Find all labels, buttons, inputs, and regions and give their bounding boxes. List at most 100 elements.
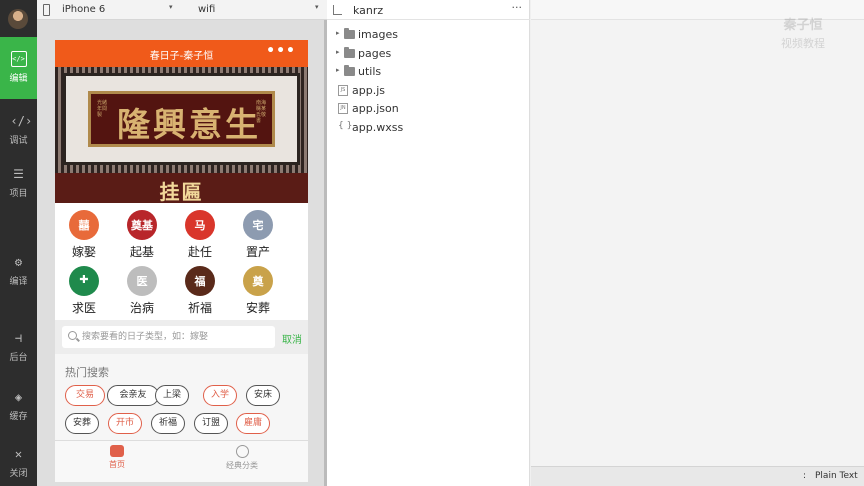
devtools-window: </> 编辑 ‹/› 调试 ☰ 项目 ⚙ 编译 ⊣ 后台 ◈ 缓存 ✕ 关闭 iPhone 6 ▾ wif… [0,0,864,486]
category-glyph: 宅 [252,219,264,232]
folder-item[interactable]: ▸ pages [327,45,530,63]
tab-home-label: 首页 [109,460,125,469]
editor-area[interactable]: 秦子恒 视频教程 [531,0,864,466]
chevron-right-icon[interactable]: ▸ [336,29,340,37]
more-dots-icon[interactable]: ••• [266,43,296,59]
category-glyph: ✚ [79,273,89,286]
avatar[interactable] [8,9,28,29]
watermark-logo: 秦子恒 视频教程 [763,2,843,64]
medical-cross-icon: ✚ [69,266,99,296]
hot-tag[interactable]: 安床 [246,385,280,406]
project-icon [333,5,342,15]
category-label: 起基 [129,245,154,259]
explorer-header: kanrz ··· [327,0,530,20]
category-glyph: 囍 [78,219,90,232]
sidebar-item-3[interactable]: ⚙ 编译 [0,240,37,302]
banner-image[interactable]: 光緒年間 製 隆興意生 南海縣某氏敬書 挂匾 [55,67,308,203]
category-item[interactable]: 马赴任 [171,210,229,266]
project-name: kanrz [353,4,384,17]
category-item[interactable]: 福祈福 [171,266,229,322]
category-grid: 囍嫁娶 奠基 起基马赴任宅置产 ✚ 求医医治病福祈福奠安葬 [55,210,308,326]
activity-sidebar: </> 编辑 ‹/› 调试 ☰ 项目 ⚙ 编译 ⊣ 后台 ◈ 缓存 ✕ 关闭 [0,0,37,486]
hot-tag[interactable]: 入学 [203,385,237,406]
hot-tag[interactable]: 安葬 [65,413,99,434]
sidebar-item-4[interactable]: ⊣ 后台 [0,316,37,378]
language-mode[interactable]: Plain Text [815,471,858,481]
category-label: 嫁娶 [71,245,96,259]
category-glyph: 奠 [252,275,264,288]
simulator-toolbar: iPhone 6 ▾ wifi ▾ [37,0,327,20]
tab-category[interactable]: 经典分类 [192,445,292,471]
js-file-icon: JS [338,84,348,96]
folder-item[interactable]: ▸ utils [327,63,530,81]
foundation-icon: 奠基 [127,210,157,240]
sidebar-item-label: 缓存 [9,412,28,422]
file-item[interactable]: { } app.wxss [327,119,530,137]
tab-category-label: 经典分类 [226,461,258,470]
status-bar: : Plain Text [531,466,864,486]
plaque: 光緒年間 製 隆興意生 南海縣某氏敬書 [88,91,275,147]
sidebar-item-6[interactable]: ✕ 关闭 [0,432,37,486]
category-label: 祈福 [187,301,212,315]
device-select[interactable]: iPhone 6 [62,4,105,15]
more-options-icon[interactable]: ··· [512,1,523,14]
folder-icon [344,28,355,39]
burial-icon: 奠 [243,266,273,296]
category-item[interactable]: 囍嫁娶 [55,210,113,266]
category-icon [235,445,249,458]
sidebar-item-5[interactable]: ◈ 缓存 [0,375,37,437]
plaque-side-inscription: 光緒年間 製 [97,100,108,118]
hot-tag[interactable]: 订盟 [194,413,228,434]
hot-search-title: 热门搜索 [65,366,109,379]
chevron-right-icon[interactable]: ▸ [336,66,340,74]
category-glyph: 马 [194,219,206,232]
miniprogram-nav-bar: 春日子-秦子恒 ••• [55,40,308,67]
chevron-right-icon[interactable]: ▸ [336,48,340,56]
category-item[interactable]: ✚ 求医 [55,266,113,322]
hot-tag[interactable]: 开市 [108,413,142,434]
tab-bar: 首页 经典分类 [55,440,308,482]
hot-tag[interactable]: 雇庸 [236,413,270,434]
hot-tag[interactable]: 交易 [65,385,105,406]
json-file-icon: JN [338,103,348,114]
horse-icon: 马 [185,210,215,240]
file-item[interactable]: JS app.js [327,82,530,100]
hot-tag[interactable]: 上梁 [155,385,189,406]
file-name: app.wxss [352,120,404,134]
category-glyph: 福 [194,275,206,288]
search-input[interactable] [82,329,270,345]
tab-home[interactable]: 首页 [67,445,167,470]
sidebar-item-label: 项目 [9,189,28,199]
file-explorer: kanrz ··· ▸ images ▸ pages ▸ utils JS app.js JN a… [327,0,530,486]
sidebar-item-0[interactable]: </> 编辑 [0,37,37,99]
sidebar-item-label: 编译 [9,277,28,287]
category-item[interactable]: 宅置产 [229,210,287,266]
file-item[interactable]: JN app.json [327,100,530,118]
house-icon: 宅 [243,210,273,240]
banner-caption: 挂匾 [159,180,204,203]
sidebar-item-label: 调试 [9,136,28,146]
category-label: 置产 [245,245,270,259]
sidebar-item-label: 关闭 [9,469,28,479]
plaque-side-inscription: 南海縣某氏敬書 [256,100,267,124]
menu-lines-icon: ☰ [13,167,24,181]
category-item[interactable]: 医治病 [113,266,171,322]
candle-icon: 福 [185,266,215,296]
chevron-down-icon[interactable]: ▾ [169,3,173,11]
chevron-down-icon[interactable]: ▾ [315,3,319,11]
network-select[interactable]: wifi [198,4,215,15]
phone-screen: 春日子-秦子恒 ••• 光緒年間 製 隆興意生 南海縣某氏敬書 挂匾 囍嫁娶 奠基… [55,40,308,482]
category-label: 安葬 [245,301,270,315]
hot-tag[interactable]: 祈福 [151,413,185,434]
sidebar-item-2[interactable]: ☰ 项目 [0,152,37,214]
folder-item[interactable]: ▸ images [327,26,530,44]
category-label: 治病 [129,301,154,315]
cancel-button[interactable]: 取消 [282,331,302,346]
category-glyph: 医 [136,275,148,288]
category-item[interactable]: 奠安葬 [229,266,287,322]
category-item[interactable]: 奠基 起基 [113,210,171,266]
category-label: 求医 [71,301,96,315]
hot-tag[interactable]: 会亲友 [107,385,159,406]
search-box[interactable] [62,326,275,348]
backend-icon: ⊣ [14,331,23,345]
